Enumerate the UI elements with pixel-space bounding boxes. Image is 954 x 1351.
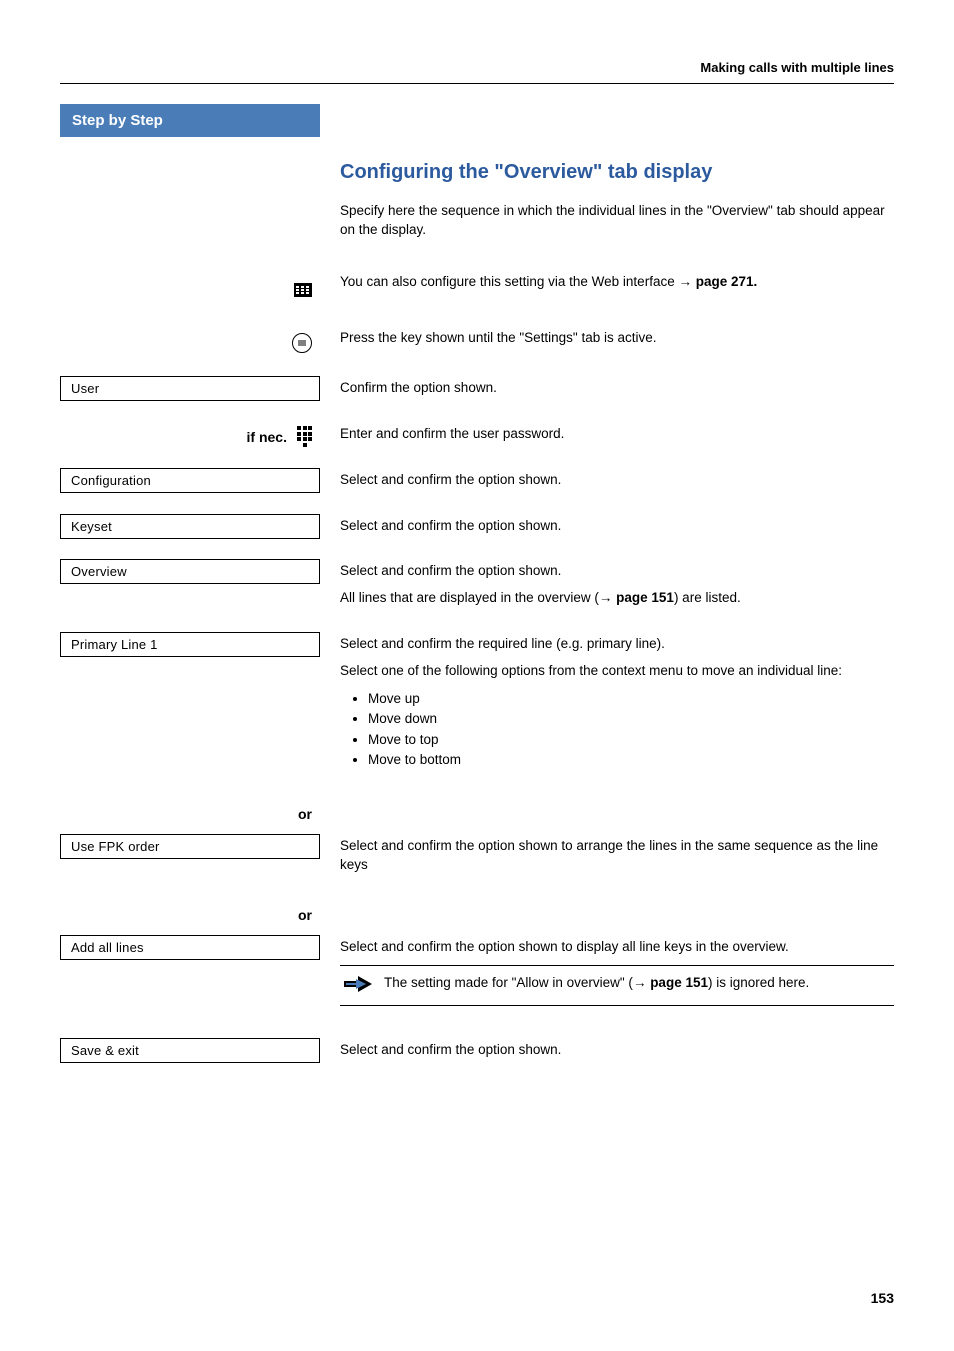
primary-line-option[interactable]: Primary Line 1 bbox=[60, 632, 320, 657]
keyset-text: Select and confirm the option shown. bbox=[340, 517, 894, 536]
overview-option[interactable]: Overview bbox=[60, 559, 320, 584]
configuration-option[interactable]: Configuration bbox=[60, 468, 320, 493]
keypad-icon bbox=[297, 426, 312, 447]
move-to-top-item: Move to top bbox=[368, 730, 894, 750]
page-header: Making calls with multiple lines bbox=[60, 60, 894, 75]
password-text: Enter and confirm the user password. bbox=[340, 425, 894, 444]
move-to-bottom-item: Move to bottom bbox=[368, 750, 894, 770]
add-all-text: Select and confirm the option shown to d… bbox=[340, 938, 894, 957]
note-arrow-icon bbox=[344, 976, 372, 997]
press-key-text: Press the key shown until the "Settings"… bbox=[340, 329, 894, 348]
note-box: The setting made for "Allow in overview"… bbox=[340, 965, 894, 1006]
add-all-lines-option[interactable]: Add all lines bbox=[60, 935, 320, 960]
user-text: Confirm the option shown. bbox=[340, 379, 894, 398]
move-intro-text: Select one of the following options from… bbox=[340, 662, 894, 681]
web-interface-text: You can also configure this setting via … bbox=[340, 273, 894, 292]
keyset-option[interactable]: Keyset bbox=[60, 514, 320, 539]
or-label-1: or bbox=[60, 806, 320, 822]
note-text: The setting made for "Allow in overview"… bbox=[384, 974, 809, 993]
section-title: Configuring the "Overview" tab display bbox=[340, 161, 894, 184]
fpk-text: Select and confirm the option shown to a… bbox=[340, 837, 894, 875]
save-exit-text: Select and confirm the option shown. bbox=[340, 1041, 894, 1060]
overview-text: Select and confirm the option shown. bbox=[340, 562, 894, 581]
use-fpk-option[interactable]: Use FPK order bbox=[60, 834, 320, 859]
page-ref-151-link[interactable]: → page 151 bbox=[599, 590, 674, 605]
move-down-item: Move down bbox=[368, 709, 894, 729]
list-icon bbox=[294, 283, 312, 297]
page-number: 153 bbox=[871, 1290, 894, 1306]
if-nec-label: if nec. bbox=[247, 429, 287, 445]
configuration-text: Select and confirm the option shown. bbox=[340, 471, 894, 490]
all-lines-text: All lines that are displayed in the over… bbox=[340, 589, 894, 608]
note-page-ref-link[interactable]: → page 151 bbox=[633, 975, 708, 990]
move-up-item: Move up bbox=[368, 689, 894, 709]
intro-text: Specify here the sequence in which the i… bbox=[340, 202, 894, 240]
step-by-step-header: Step by Step bbox=[60, 104, 320, 137]
settings-key-icon bbox=[292, 333, 312, 353]
page-ref-link[interactable]: → page 271. bbox=[678, 274, 757, 289]
move-options-list: Move up Move down Move to top Move to bo… bbox=[340, 689, 894, 770]
save-exit-option[interactable]: Save & exit bbox=[60, 1038, 320, 1063]
user-option[interactable]: User bbox=[60, 376, 320, 401]
or-label-2: or bbox=[60, 907, 320, 923]
primary-line-text: Select and confirm the required line (e.… bbox=[340, 635, 894, 654]
